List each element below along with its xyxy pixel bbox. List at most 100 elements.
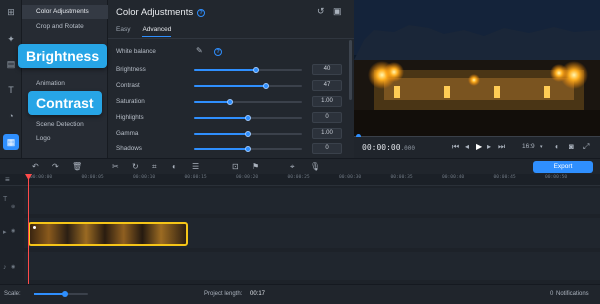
crop-icon[interactable]: ⌗ <box>152 162 157 172</box>
undo-icon[interactable]: ↶ <box>32 162 39 171</box>
category-crop-and-rotate[interactable]: Crop and Rotate <box>22 20 108 34</box>
slider-fill <box>194 85 267 87</box>
redo-icon[interactable]: ↷ <box>52 162 59 171</box>
color-icon[interactable]: ◐ <box>172 162 177 171</box>
project-length-label: Project length: <box>204 291 243 297</box>
stickers-icon[interactable]: ◔ <box>3 108 19 124</box>
shadows-value-field[interactable]: 0 <box>312 143 342 154</box>
microphone-icon[interactable]: 🎙 <box>310 162 320 171</box>
eyedropper-icon[interactable]: ✎ <box>196 46 203 55</box>
title-track[interactable] <box>24 188 600 214</box>
scale-slider-handle[interactable] <box>62 291 68 297</box>
reset-icon[interactable]: ↺ <box>317 6 325 17</box>
saturation-value-field[interactable]: 1.00 <box>312 96 342 107</box>
ruler-tick-label: 00:00:20 <box>236 175 259 180</box>
aspect-ratio-select[interactable]: 16:9 <box>522 143 535 150</box>
brightness-value-field[interactable]: 40 <box>312 64 342 75</box>
panel-title: Color Adjustments? <box>116 7 206 18</box>
brightness-slider[interactable] <box>194 67 302 73</box>
rotate-icon[interactable]: ↻ <box>132 162 139 171</box>
color-adjustments-panel: Color Adjustments? ↺ ▣ Easy Advanced Whi… <box>108 0 354 158</box>
contrast-slider[interactable] <box>194 83 302 89</box>
slider-label: Brightness <box>116 66 146 73</box>
snapshot-icon[interactable]: ◙ <box>569 142 574 151</box>
timeline-ruler[interactable]: ≡ 00:00:00 00:00:05 00:00:10 00:00:15 00:00:… <box>0 174 600 186</box>
scale-slider-fill <box>34 293 64 295</box>
slider-fill <box>194 69 256 71</box>
white-balance-label: White balance <box>116 48 156 55</box>
track-menu-icon[interactable]: ≡ <box>5 175 10 184</box>
tab-easy[interactable]: Easy <box>116 26 130 37</box>
slider-label: Shadows <box>116 145 142 152</box>
highlights-slider[interactable] <box>194 115 302 121</box>
slider-label: Highlights <box>116 114 144 121</box>
titles-icon[interactable]: T <box>3 82 19 98</box>
saturation-slider[interactable] <box>194 99 302 105</box>
slider-handle[interactable] <box>245 131 251 137</box>
category-logo[interactable]: Logo <box>22 132 108 146</box>
location-icon[interactable]: ⌖ <box>290 162 295 172</box>
slider-handle[interactable] <box>252 67 259 73</box>
step-back-icon[interactable]: ◂ <box>465 142 469 151</box>
notifications-label[interactable]: Notifications <box>556 291 589 297</box>
white-balance-help-icon[interactable]: ? <box>214 48 222 56</box>
category-animation[interactable]: Animation <box>22 77 108 91</box>
slider-row-saturation: Saturation 1.00 <box>116 96 348 108</box>
insert-icon[interactable]: ⊡ <box>232 162 239 171</box>
volume-icon[interactable]: ◖ <box>554 142 559 151</box>
ruler-tick-label: 00:00:50 <box>545 175 568 180</box>
panel-scrollbar[interactable] <box>349 40 352 100</box>
mute-video-icon[interactable]: ◉ <box>11 228 15 234</box>
playhead[interactable] <box>28 174 29 284</box>
project-length-value: 00:17 <box>250 291 266 297</box>
chevron-down-icon[interactable]: ▾ <box>540 144 543 150</box>
properties-icon[interactable]: ☰ <box>192 162 199 171</box>
audio-track[interactable] <box>24 252 600 280</box>
gamma-value-field[interactable]: 1.00 <box>312 128 342 139</box>
contrast-callout: Contrast <box>28 91 102 115</box>
mute-audio-icon[interactable]: ◉ <box>11 264 15 270</box>
notifications-count[interactable]: 0 <box>550 291 553 297</box>
category-color-adjustments[interactable]: Color Adjustments <box>22 5 108 19</box>
slider-handle[interactable] <box>226 99 233 105</box>
tabs-divider <box>108 38 354 39</box>
play-icon[interactable]: ▶ <box>476 142 482 151</box>
ruler-tick-label: 00:00:10 <box>133 175 156 180</box>
save-preset-icon[interactable]: ▣ <box>333 6 342 17</box>
video-clip[interactable] <box>28 222 188 246</box>
contrast-value-field[interactable]: 47 <box>312 80 342 91</box>
delete-icon[interactable]: 🗑 <box>72 162 82 171</box>
slider-row-contrast: Contrast 47 <box>116 80 348 92</box>
category-scene-detection[interactable]: Scene Detection <box>22 118 108 132</box>
video-track-icon: ▸ <box>3 229 7 236</box>
slider-fill <box>194 148 248 150</box>
shadows-slider[interactable] <box>194 146 302 152</box>
brightness-callout: Brightness <box>18 44 108 68</box>
scale-slider[interactable] <box>34 291 88 297</box>
help-icon[interactable]: ? <box>197 9 206 17</box>
slider-row-highlights: Highlights 0 <box>116 112 348 124</box>
export-button[interactable]: Export <box>533 161 593 173</box>
highlights-value-field[interactable]: 0 <box>312 112 342 123</box>
preview-frame <box>354 0 600 137</box>
more-tools-icon[interactable]: ▦ <box>3 134 19 150</box>
marker-icon[interactable]: ⚑ <box>252 162 259 171</box>
gamma-slider[interactable] <box>194 131 302 137</box>
link-icon[interactable]: ⊕ <box>11 204 15 210</box>
tool-rail: ⊞ ✦ ▤ T ◔ ▦ <box>0 0 22 158</box>
cut-icon[interactable]: ✂ <box>112 162 119 171</box>
slider-handle[interactable] <box>263 83 270 89</box>
wand-icon[interactable]: ✦ <box>3 31 19 47</box>
prev-clip-icon[interactable]: ⏮ <box>452 142 459 152</box>
fullscreen-icon[interactable]: ⤢ <box>583 142 589 152</box>
filters-icon[interactable]: ▤ <box>3 56 19 72</box>
clip-thumbnail-dot <box>33 226 36 229</box>
import-icon[interactable]: ⊞ <box>3 4 19 20</box>
player-controls: 00:00:00.000 ⏮ ◂ ▶ ▸ ⏭ 16:9 ▾ ◖ ◙ ⤢ <box>354 137 600 158</box>
step-forward-icon[interactable]: ▸ <box>487 142 491 151</box>
tab-advanced[interactable]: Advanced <box>142 26 172 37</box>
slider-handle[interactable] <box>245 146 251 152</box>
timecode-display: 00:00:00.000 <box>362 143 415 152</box>
next-clip-icon[interactable]: ⏭ <box>498 142 505 152</box>
slider-handle[interactable] <box>245 115 251 121</box>
